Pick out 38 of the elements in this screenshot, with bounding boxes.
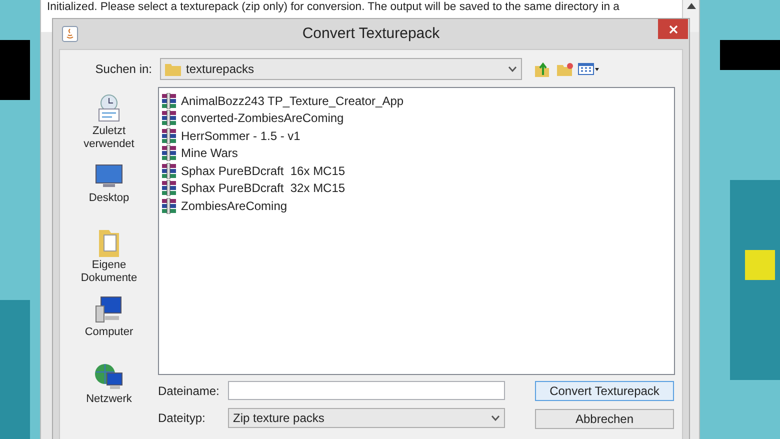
file-item[interactable]: Sphax PureBDcraft 16x MC15 [161,162,348,180]
file-name-label: Dateiname: [158,382,220,400]
places-item[interactable]: Zuletzt verwendet [71,91,147,158]
new-folder-icon[interactable] [557,62,573,76]
file-item[interactable]: AnimalBozz243 TP_Texture_Creator_App [161,92,406,110]
chevron-down-icon [491,415,500,421]
places-item[interactable]: Eigene Dokumente [71,225,147,292]
file-item[interactable]: converted-ZombiesAreComing [161,110,346,127]
file-item[interactable]: HerrSommer - 1.5 - v1 [161,127,302,144]
archive-icon [161,198,177,214]
file-type-label: Dateityp: [158,410,206,427]
file-item[interactable]: Sphax PureBDcraft 32x MC15 [161,180,348,197]
folder-icon [165,62,181,76]
globe-computer-icon [93,361,125,391]
file-item[interactable]: ZombiesAreComing [161,197,290,214]
view-menu-icon[interactable] [578,63,600,75]
scroll-up-icon[interactable] [686,3,696,9]
convert-button[interactable]: Convert Texturepack [535,381,674,401]
archive-icon [161,145,177,162]
java-icon [62,26,78,42]
places-item[interactable]: Computer [71,292,147,359]
folder-up-icon[interactable] [535,61,551,77]
look-in-dropdown[interactable]: texturepacks [160,58,522,80]
chevron-down-icon [508,66,517,72]
archive-icon [161,180,177,196]
places-item[interactable]: Desktop [71,158,147,225]
archive-icon [161,128,177,144]
archive-icon [161,110,177,126]
close-icon [668,24,678,34]
archive-icon [161,162,177,179]
cancel-button[interactable]: Abbrechen [535,409,674,429]
close-button[interactable] [658,19,688,39]
file-name-field[interactable] [228,381,505,400]
places-item[interactable]: Netzwerk [71,359,147,426]
file-item[interactable]: Mine Wars [161,144,240,162]
look-in-label: Suchen in: [94,61,153,78]
archive-icon [161,92,177,109]
file-type-dropdown[interactable]: Zip texture packs [228,408,505,428]
